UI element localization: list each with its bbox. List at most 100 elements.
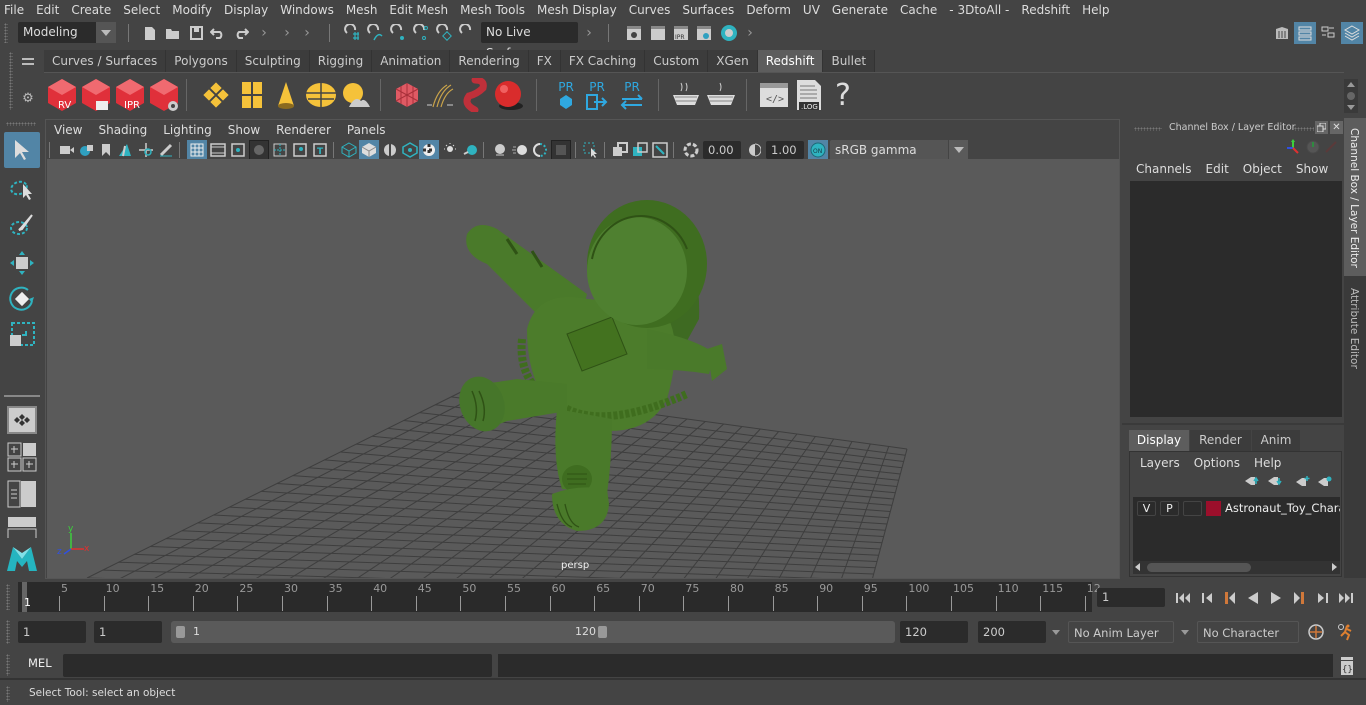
- collapse-arrow-icon[interactable]: ›: [283, 24, 291, 42]
- four-view-layout-icon[interactable]: [7, 442, 37, 472]
- exposure-field[interactable]: 0.00: [703, 141, 741, 159]
- shelf-grip[interactable]: [9, 52, 13, 110]
- redshift-bake-icon[interactable]: [704, 79, 738, 111]
- shelf-tab-redshift[interactable]: Redshift: [757, 50, 824, 72]
- layer-name[interactable]: Astronaut_Toy_Charac: [1225, 500, 1340, 517]
- shelf-scrollbar[interactable]: [1344, 79, 1358, 113]
- scene-canvas[interactable]: y x z persp: [47, 159, 1119, 578]
- gamma-field[interactable]: 1.00: [766, 141, 804, 159]
- menu-mesh[interactable]: Mesh: [340, 0, 384, 20]
- layer-horizontal-scrollbar[interactable]: [1133, 561, 1340, 574]
- play-backwards-icon[interactable]: [1243, 588, 1263, 608]
- render-settings-icon[interactable]: [695, 24, 713, 42]
- redshift-help-icon[interactable]: ?: [830, 77, 856, 113]
- live-surface-field[interactable]: No Live Surface: [481, 22, 578, 60]
- options-menu[interactable]: Options: [1187, 454, 1247, 472]
- camera-attributes-icon[interactable]: [78, 141, 96, 159]
- gamma-icon[interactable]: [747, 141, 763, 159]
- use-all-lights-icon[interactable]: [419, 140, 439, 160]
- range-end-handle[interactable]: [598, 626, 607, 638]
- redshift-ipr-icon[interactable]: IPR: [114, 77, 146, 113]
- redshift-ies-light-icon[interactable]: [270, 79, 302, 111]
- go-to-start-icon[interactable]: [1174, 588, 1194, 608]
- redshift-pr-import-icon[interactable]: PR: [583, 77, 611, 113]
- shelf-tab-custom[interactable]: Custom: [645, 50, 709, 72]
- anti-aliasing-icon[interactable]: [531, 141, 549, 159]
- render-current-frame-icon[interactable]: [649, 24, 667, 42]
- menu-mesh-display[interactable]: Mesh Display: [531, 0, 623, 20]
- field-chart-icon[interactable]: [271, 141, 289, 159]
- help-menu[interactable]: Help: [1247, 454, 1288, 472]
- shelf-tab-fx[interactable]: FX: [528, 50, 561, 72]
- step-forward-frame-icon[interactable]: [1312, 588, 1332, 608]
- show-menu[interactable]: Show: [1289, 160, 1335, 180]
- rotate-tool-icon[interactable]: [4, 282, 40, 316]
- layer-tab-render[interactable]: Render: [1190, 430, 1251, 451]
- menu-windows[interactable]: Windows: [274, 0, 340, 20]
- shelf-tab-sculpting[interactable]: Sculpting: [236, 50, 310, 72]
- redshift-log-icon[interactable]: .LOG: [794, 77, 824, 113]
- menu-uv[interactable]: UV: [797, 0, 826, 20]
- layer-playback-toggle[interactable]: P: [1160, 501, 1179, 516]
- layer-row[interactable]: V P Astronaut_Toy_Charac: [1133, 500, 1340, 518]
- resolution-gate-icon[interactable]: [229, 141, 247, 159]
- animation-end-field[interactable]: 200: [978, 621, 1046, 643]
- shelf-tab-animation[interactable]: Animation: [372, 50, 451, 72]
- range-slider-grip[interactable]: [6, 620, 10, 644]
- menu-generate[interactable]: Generate: [826, 0, 894, 20]
- paint-select-tool-icon[interactable]: [4, 208, 40, 242]
- script-editor-icon[interactable]: {}: [1338, 655, 1356, 677]
- color-management-toggle-icon[interactable]: ON: [808, 140, 828, 160]
- viewport-menu-lighting[interactable]: Lighting: [155, 120, 220, 138]
- command-input[interactable]: [63, 654, 492, 677]
- redshift-batch-render-icon[interactable]: [80, 77, 112, 113]
- animation-preferences-icon[interactable]: [1334, 621, 1356, 643]
- side-tab-attribute-editor[interactable]: Attribute Editor: [1344, 280, 1366, 380]
- 2d-pan-zoom-icon[interactable]: [137, 141, 155, 159]
- viewport-menu-panels[interactable]: Panels: [339, 120, 394, 138]
- play-forwards-icon[interactable]: [1266, 588, 1286, 608]
- layer-display-type-toggle[interactable]: [1183, 501, 1202, 516]
- go-to-end-icon[interactable]: [1335, 588, 1355, 608]
- redshift-script-icon[interactable]: </>: [758, 79, 790, 111]
- range-slider-track[interactable]: 1 120: [171, 621, 895, 643]
- screen-space-ao-icon[interactable]: [491, 141, 509, 159]
- toolbox-grip[interactable]: [6, 122, 36, 126]
- film-gate-icon[interactable]: [209, 141, 227, 159]
- select-camera-icon[interactable]: [58, 141, 76, 159]
- snap-to-grid-icon[interactable]: [343, 24, 361, 42]
- viewport-menu-renderer[interactable]: Renderer: [268, 120, 339, 138]
- viewport-menu-view[interactable]: View: [46, 120, 90, 138]
- wireframe-icon[interactable]: [340, 141, 358, 159]
- open-scene-icon[interactable]: [164, 24, 182, 42]
- make-live-icon[interactable]: [435, 24, 453, 42]
- status-line-grip[interactable]: [4, 23, 8, 43]
- anim-layer-chevron-icon[interactable]: [1050, 624, 1062, 640]
- exposure-icon[interactable]: [682, 141, 700, 159]
- panel-grip[interactable]: [1134, 127, 1162, 131]
- auto-key-icon[interactable]: [1305, 621, 1327, 643]
- character-set-chevron-icon[interactable]: [1179, 624, 1191, 640]
- select-tool-icon[interactable]: [4, 132, 40, 168]
- move-tool-icon[interactable]: [4, 246, 40, 280]
- ipr-render-icon[interactable]: IPR: [672, 24, 690, 42]
- layers-menu[interactable]: Layers: [1130, 454, 1187, 472]
- render-view-icon[interactable]: [625, 24, 643, 42]
- edit-menu[interactable]: Edit: [1199, 160, 1236, 180]
- menu-help[interactable]: Help: [1076, 0, 1115, 20]
- tool-settings-icon[interactable]: [1318, 23, 1338, 43]
- command-language-toggle[interactable]: MEL: [28, 656, 52, 670]
- menu-modify[interactable]: Modify: [166, 0, 218, 20]
- xray-icon[interactable]: [611, 141, 629, 159]
- move-layer-down-icon[interactable]: [1267, 474, 1283, 488]
- outliner-persp-layout-icon[interactable]: [7, 480, 37, 508]
- xray-joints-icon[interactable]: [651, 141, 669, 159]
- time-slider-grip[interactable]: [6, 584, 10, 610]
- scroll-thumb[interactable]: [1147, 563, 1251, 572]
- bookmark-icon[interactable]: [98, 141, 114, 159]
- layer-tab-display[interactable]: Display: [1129, 430, 1189, 451]
- snap-to-surface-icon[interactable]: [458, 24, 476, 42]
- redshift-volume-icon[interactable]: [458, 77, 490, 113]
- current-frame-field[interactable]: 1: [1097, 588, 1165, 607]
- persp-graph-layout-icon[interactable]: [7, 516, 37, 538]
